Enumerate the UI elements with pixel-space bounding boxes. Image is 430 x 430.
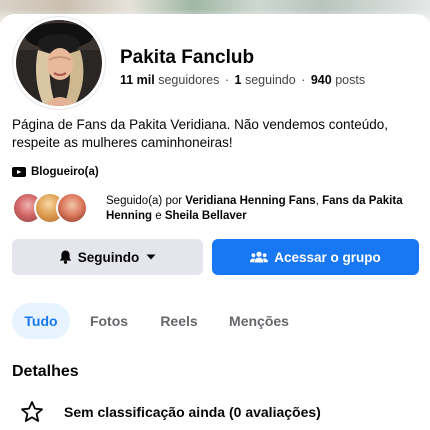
- access-group-button[interactable]: Acessar o grupo: [212, 239, 419, 275]
- category-label: Blogueiro(a): [31, 166, 99, 178]
- chevron-down-icon: [146, 254, 156, 260]
- stats-separator: ·: [301, 73, 306, 87]
- posts-count: 940: [310, 73, 332, 87]
- profile-card: Pakita Fanclub 11 mil seguidores · 1 seg…: [0, 14, 430, 430]
- bell-icon: [59, 250, 71, 264]
- followed-by-prefix: Seguido(a) por: [106, 195, 183, 207]
- page-stats: 11 mil seguidores · 1 seguindo · 940 pos…: [120, 73, 365, 87]
- follower-name[interactable]: Sheila Bellaver: [165, 210, 247, 222]
- tab-mencoes[interactable]: Menções: [218, 303, 300, 339]
- following-button[interactable]: Seguindo: [12, 239, 203, 275]
- video-icon: [12, 167, 26, 177]
- following-count[interactable]: 1: [235, 73, 242, 87]
- access-group-button-label: Acessar o grupo: [274, 249, 381, 265]
- followed-by-text[interactable]: Seguido(a) por Veridiana Henning Fans, F…: [106, 194, 422, 224]
- page-category: Blogueiro(a): [12, 166, 99, 178]
- following-button-label: Seguindo: [77, 249, 140, 265]
- posts-label: posts: [335, 73, 366, 87]
- mutual-followers-avatars[interactable]: [12, 192, 88, 224]
- follower-name[interactable]: Veridiana Henning Fans: [185, 195, 315, 207]
- follower-avatar[interactable]: [56, 192, 88, 224]
- details-heading: Detalhes: [12, 363, 79, 380]
- profile-avatar[interactable]: [13, 17, 105, 109]
- page-bio: Página de Fans da Pakita Veridiana. Não …: [12, 117, 389, 150]
- page-title: Pakita Fanclub: [120, 47, 255, 68]
- avatar-image: [16, 20, 102, 106]
- tab-tudo[interactable]: Tudo: [12, 303, 70, 339]
- group-icon: [250, 251, 269, 263]
- follower-separator: ,: [315, 195, 319, 207]
- tab-reels[interactable]: Reels: [150, 303, 208, 339]
- followers-label[interactable]: seguidores: [158, 73, 219, 87]
- followers-count[interactable]: 11 mil: [120, 73, 155, 87]
- following-label[interactable]: seguindo: [245, 73, 296, 87]
- tab-fotos[interactable]: Fotos: [78, 303, 140, 339]
- star-outline-icon: [21, 401, 43, 422]
- stats-separator: ·: [224, 73, 230, 87]
- follower-conjunction: e: [155, 210, 162, 222]
- rating-text: Sem classificação ainda (0 avaliações): [64, 404, 321, 420]
- rating-row[interactable]: Sem classificação ainda (0 avaliações): [20, 400, 321, 424]
- profile-tabs: Tudo Fotos Reels Menções: [0, 303, 430, 339]
